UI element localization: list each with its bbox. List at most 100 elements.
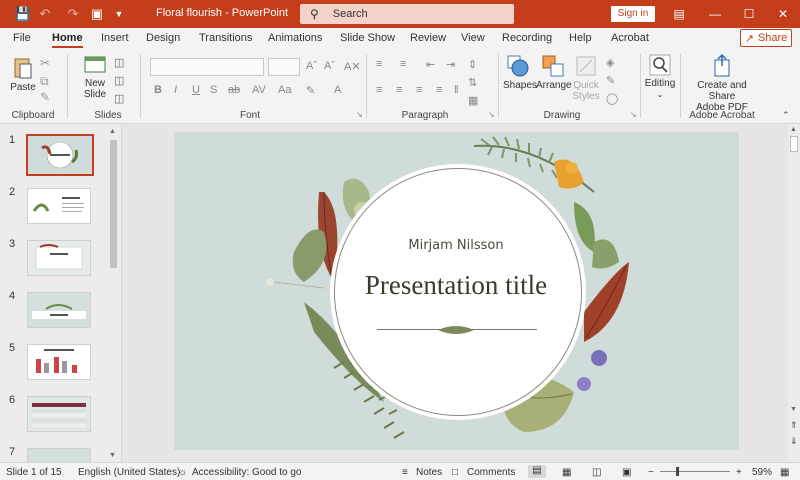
slide-subtitle[interactable]: Mirjam Nilsson [376,238,536,253]
smartart-icon[interactable]: ▦ [468,94,478,107]
language-indicator[interactable]: English (United States) [78,467,180,478]
tab-recording[interactable]: Recording [502,32,552,44]
tab-view[interactable]: View [461,32,485,44]
bullets-icon[interactable]: ≡ [376,58,382,70]
decrease-font-icon[interactable]: Aˇ [324,60,335,72]
cut-icon[interactable]: ✂ [40,56,50,70]
slide-thumbnail-2[interactable] [27,188,91,224]
tab-home[interactable]: Home [52,32,83,48]
slide-thumbnail-3[interactable] [27,240,91,276]
undo-icon[interactable]: ↶ [34,3,56,25]
change-case-icon[interactable]: Aa [278,84,291,96]
accessibility-status[interactable]: Accessibility: Good to go [192,467,302,478]
shadow-icon[interactable]: S [210,84,217,96]
shapes-button[interactable]: Shapes [503,54,537,91]
redo-icon[interactable]: ↷ [62,3,84,25]
copy-icon[interactable]: ⧉ [40,74,49,89]
align-center-icon[interactable]: ≡ [396,84,402,96]
slide-sorter-icon[interactable]: ▦ [562,467,571,478]
line-spacing-icon[interactable]: ⇕ [468,58,477,71]
scroll-up-icon[interactable]: ▲ [790,126,797,133]
maximize-icon[interactable]: ☐ [738,4,760,24]
font-dialog-launcher-icon[interactable]: ↘ [356,110,363,119]
tab-file[interactable]: File [13,32,31,44]
tab-review[interactable]: Review [410,32,446,44]
slide-thumbnail-5[interactable] [27,344,91,380]
next-slide-icon[interactable]: ⇓ [790,436,798,447]
comments-button[interactable]: Comments [467,467,515,478]
italic-icon[interactable]: I [174,84,177,96]
drawing-dialog-launcher-icon[interactable]: ↘ [630,110,637,119]
font-name-box[interactable] [150,58,264,76]
decrease-indent-icon[interactable]: ⇤ [426,58,435,71]
fit-to-window-icon[interactable]: ▦ [780,467,789,478]
share-button[interactable]: ↗ Share [740,29,792,47]
zoom-out-icon[interactable]: − [648,467,654,478]
increase-font-icon[interactable]: Aˆ [306,60,317,72]
create-share-pdf-button[interactable]: Create and Share Adobe PDF [684,54,760,113]
ribbon-display-icon[interactable]: ▤ [668,4,690,24]
underline-icon[interactable]: U [192,84,200,96]
tab-insert[interactable]: Insert [101,32,129,44]
clear-format-icon[interactable]: A✕ [344,60,361,73]
scroll-down-icon[interactable]: ▼ [790,406,797,413]
zoom-in-icon[interactable]: + [736,467,742,478]
arrange-button[interactable]: Arrange [536,54,572,91]
slide-show-icon[interactable]: ▣ [622,467,631,478]
highlight-icon[interactable]: ✎ [306,84,315,97]
columns-icon[interactable]: ‖ [454,84,459,96]
scroll-down-icon[interactable]: ▼ [109,452,116,459]
new-slide-button[interactable]: New Slide [80,54,110,100]
reset-icon[interactable]: ◫ [114,74,124,87]
previous-slide-icon[interactable]: ⇑ [790,420,798,431]
align-right-icon[interactable]: ≡ [416,84,422,96]
tab-transitions[interactable]: Transitions [199,32,252,44]
collapse-ribbon-icon[interactable]: ⌃ [782,110,790,121]
reading-view-icon[interactable]: ◫ [592,467,601,478]
slide-thumbnail-6[interactable] [27,396,91,432]
shape-outline-icon[interactable]: ✎ [606,74,615,87]
bold-icon[interactable]: B [154,84,162,96]
slide-thumbnail-4[interactable] [27,292,91,328]
zoom-slider[interactable] [660,471,730,472]
shape-fill-icon[interactable]: ◈ [606,56,614,69]
tab-help[interactable]: Help [569,32,592,44]
paragraph-dialog-launcher-icon[interactable]: ↘ [488,110,495,119]
paste-button[interactable]: Paste [8,56,38,93]
editing-button[interactable]: Editing ⌄ [644,54,676,100]
layout-icon[interactable]: ◫ [114,56,124,69]
save-icon[interactable]: 💾 [12,3,34,25]
slide-thumbnail-7[interactable] [27,448,91,462]
font-size-box[interactable] [268,58,300,76]
shape-effects-icon[interactable]: ◯ [606,92,618,105]
quick-styles-button[interactable]: Quick Styles [572,54,600,102]
tab-animations[interactable]: Animations [268,32,322,44]
increase-indent-icon[interactable]: ⇥ [446,58,455,71]
zoom-slider-thumb[interactable] [676,467,679,476]
text-direction-icon[interactable]: ⇅ [468,76,477,89]
notes-button[interactable]: Notes [416,467,442,478]
minimize-icon[interactable]: — [704,4,726,24]
tab-slide-show[interactable]: Slide Show [340,32,395,44]
section-icon[interactable]: ◫ [114,92,124,105]
search-box[interactable]: ⚲ Search [300,4,514,24]
sign-in-button[interactable]: Sign in [611,6,655,22]
normal-view-icon[interactable]: ▤ [528,465,546,478]
font-color-icon[interactable]: A [334,84,341,96]
slide-scroll-thumb[interactable] [790,136,798,152]
strikethrough-icon[interactable]: ab [228,84,240,96]
zoom-level[interactable]: 59% [752,467,772,478]
numbering-icon[interactable]: ≡ [400,58,406,70]
present-icon[interactable]: ▣ [86,3,108,25]
slide-thumbnail-1[interactable] [26,134,94,176]
thumbnail-scroll-thumb[interactable] [110,140,117,268]
tab-design[interactable]: Design [146,32,180,44]
scroll-up-icon[interactable]: ▲ [109,128,116,135]
close-icon[interactable]: ✕ [772,4,794,24]
justify-icon[interactable]: ≡ [436,84,442,96]
char-spacing-icon[interactable]: AV [252,84,266,96]
align-left-icon[interactable]: ≡ [376,84,382,96]
tab-acrobat[interactable]: Acrobat [611,32,649,44]
customize-toolbar-icon[interactable]: ▼ [108,3,130,25]
format-painter-icon[interactable]: ✎ [40,90,50,104]
